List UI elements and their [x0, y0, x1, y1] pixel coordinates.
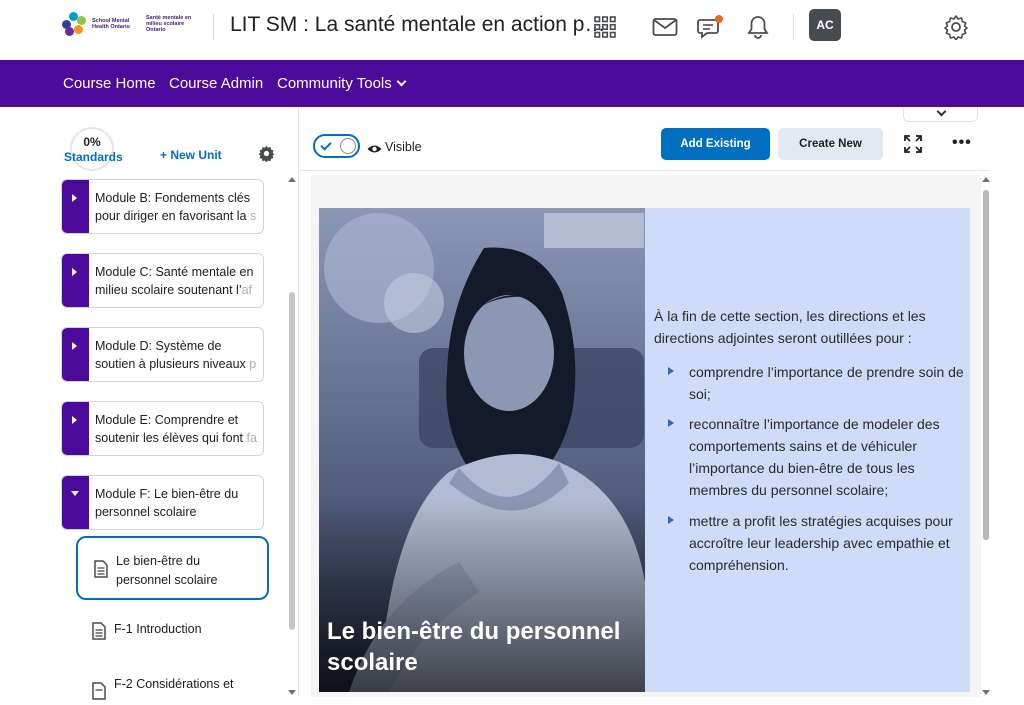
fullscreen-icon[interactable]	[904, 135, 922, 158]
image-caption: Le bien-être du personnel scolaire	[327, 618, 621, 676]
standards-link[interactable]: Standards	[64, 150, 123, 164]
bullet-arrow-icon	[668, 367, 674, 375]
grid-icon[interactable]	[590, 12, 620, 42]
nav-course-home[interactable]: Course Home	[63, 75, 156, 92]
module-f[interactable]: Module F: Le bien-être du personnel scol…	[61, 475, 264, 530]
header-divider	[213, 14, 214, 40]
mail-icon[interactable]	[650, 12, 680, 42]
bullet-arrow-icon	[668, 516, 674, 524]
bell-icon[interactable]	[743, 12, 773, 42]
module-tab	[62, 180, 89, 233]
module-title: Module D: Système de soutien à plusieurs…	[95, 339, 257, 371]
module-e[interactable]: Module E: Comprendre et soutenir les élè…	[61, 401, 264, 456]
caret-right-icon[interactable]	[72, 268, 77, 276]
gear-icon[interactable]	[941, 12, 971, 42]
course-navbar: Course Home Course Admin Community Tools	[0, 60, 1024, 107]
module-title: Module C: Santé mentale en milieu scolai…	[95, 265, 254, 297]
topic-label: F-2 Considérations et	[114, 677, 234, 691]
nav-community-tools-label: Community Tools	[277, 75, 392, 92]
module-c[interactable]: Module C: Santé mentale en milieu scolai…	[61, 253, 264, 308]
caret-right-icon[interactable]	[72, 342, 77, 350]
topic-label: F-1 Introduction	[114, 622, 202, 636]
standards-progress-ring[interactable]	[70, 127, 114, 171]
settings-icon[interactable]	[258, 145, 275, 167]
left-scrollbar-thumb[interactable]	[289, 292, 295, 630]
visible-label: Visible	[385, 140, 422, 154]
add-existing-button[interactable]: Add Existing	[661, 128, 770, 160]
chevron-down-icon	[396, 76, 407, 87]
new-unit-button[interactable]: + New Unit	[160, 148, 222, 162]
nav-course-admin[interactable]: Course Admin	[169, 75, 263, 92]
caret-right-icon[interactable]	[72, 416, 77, 424]
toggle-knob	[340, 138, 356, 154]
module-title: Module F: Le bien-être du personnel scol…	[95, 487, 239, 519]
top-header: School Mental Health Ontario Santé menta…	[0, 0, 1024, 60]
document-icon	[92, 682, 106, 705]
create-new-button[interactable]: Create New	[778, 128, 883, 160]
user-avatar[interactable]: AC	[809, 9, 841, 41]
logo-mark-icon	[62, 12, 86, 36]
checkmark-icon	[320, 139, 332, 151]
objective-item: reconnaître l’importance de modeler des …	[689, 416, 940, 498]
objective-item: mettre a profit les stratégies acquises …	[689, 513, 953, 573]
organization-logo[interactable]: School Mental Health Ontario Santé menta…	[62, 12, 204, 36]
chevron-down-icon	[936, 106, 947, 117]
caret-right-icon[interactable]	[72, 194, 77, 202]
caret-down-icon[interactable]	[71, 491, 79, 496]
scroll-up-arrow[interactable]	[982, 177, 990, 182]
module-tab	[62, 402, 89, 455]
module-title: Module E: Comprendre et soutenir les élè…	[95, 413, 257, 445]
toolbar-divider	[300, 170, 990, 171]
chat-alert-icon[interactable]	[696, 12, 726, 42]
module-title: Module B: Fondements clés pour diriger e…	[95, 191, 257, 223]
nav-community-tools[interactable]: Community Tools	[277, 75, 407, 92]
topic-item-active[interactable]: Le bien-être du personnel scolaire	[76, 536, 269, 600]
header-separator	[793, 14, 794, 40]
logo-text-en: School Mental Health Ontario	[92, 18, 130, 30]
module-d[interactable]: Module D: Système de soutien à plusieurs…	[61, 327, 264, 382]
content-scrollbar-thumb[interactable]	[983, 190, 989, 540]
topic-item[interactable]: F-1 Introduction	[76, 606, 269, 670]
topic-item[interactable]: F-2 Considérations et	[76, 664, 269, 700]
module-tab	[62, 476, 89, 529]
objective-item: comprendre l’importance de prendre soin …	[689, 364, 964, 402]
objectives-intro: À la fin de cette section, les direction…	[654, 308, 926, 346]
scroll-down-arrow[interactable]	[982, 690, 990, 695]
module-b[interactable]: Module B: Fondements clés pour diriger e…	[61, 179, 264, 234]
scroll-up-arrow[interactable]	[288, 177, 296, 182]
module-tab	[62, 254, 89, 307]
module-tab	[62, 328, 89, 381]
visibility-toggle[interactable]	[313, 134, 360, 158]
panel-divider	[298, 107, 299, 697]
collapse-toolbar-tab[interactable]	[903, 106, 978, 122]
eye-icon	[367, 141, 382, 159]
logo-text-fr: Santé mentale en milieu scolaire Ontario	[146, 15, 192, 33]
document-icon	[92, 622, 106, 645]
more-options-icon[interactable]: •••	[952, 134, 972, 152]
standards-percent: 0%	[83, 135, 101, 149]
topic-label: Le bien-être du personnel scolaire	[116, 554, 218, 587]
document-icon	[94, 560, 108, 583]
course-title[interactable]: LIT SM : La santé mentale en action p…	[230, 13, 606, 37]
scroll-down-arrow[interactable]	[288, 690, 296, 695]
bullet-arrow-icon	[668, 419, 674, 427]
